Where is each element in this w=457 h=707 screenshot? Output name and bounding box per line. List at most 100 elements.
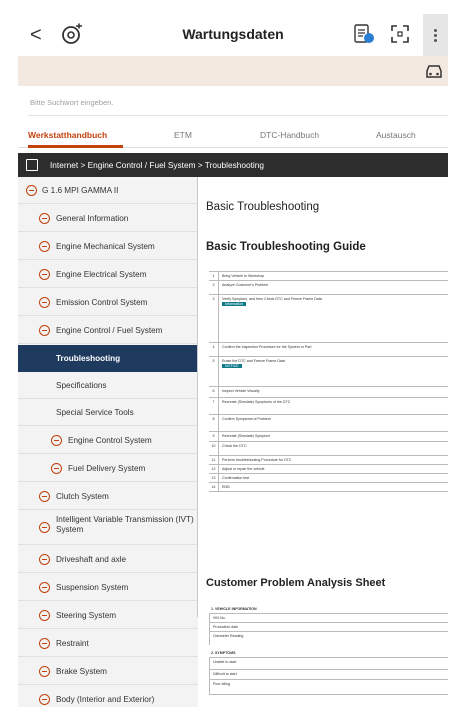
sidebar-item-emission-control-system[interactable]: Emission Control System <box>18 289 198 316</box>
sidebar-item-engine-electrical-system[interactable]: Engine Electrical System <box>18 261 198 288</box>
sidebar-item-label: Brake System <box>56 667 107 676</box>
content-pane: Basic Troubleshooting Basic Troubleshoot… <box>199 177 448 707</box>
sidebar-item-label: Engine Mechanical System <box>56 242 155 251</box>
collapse-icon <box>39 554 50 565</box>
table-row: 3 Verify Symptom, and then Check DTC and … <box>209 295 448 343</box>
collapse-icon <box>39 325 50 336</box>
vehicle-banner <box>18 56 448 86</box>
more-menu-button[interactable] <box>423 14 448 56</box>
collapse-icon <box>39 297 50 308</box>
collapse-icon <box>51 463 62 474</box>
sidebar-item-body[interactable]: Body (Interior and Exterior) <box>18 686 198 707</box>
page-title: Wartungsdaten <box>182 26 284 42</box>
tab-etm[interactable]: ETM <box>174 130 192 140</box>
table-row: 14 END <box>209 483 448 492</box>
table-row: 2 Analyze Customer's Problem <box>209 281 448 295</box>
sidebar: G 1.6 MPI GAMMA II General Information E… <box>18 177 198 707</box>
collapse-icon <box>39 610 50 621</box>
sidebar-item-suspension-system[interactable]: Suspension System <box>18 574 198 601</box>
collapse-icon <box>39 213 50 224</box>
breadcrumb: Internet > Engine Control / Fuel System … <box>18 153 448 177</box>
troubleshooting-steps-table: 1 Bring Vehicle to Workshop 2 Analyze Cust… <box>209 271 448 492</box>
collapse-icon <box>39 491 50 502</box>
sidebar-item-brake-system[interactable]: Brake System <box>18 658 198 685</box>
collapse-icon <box>39 582 50 593</box>
guide-title: Basic Troubleshooting Guide <box>206 241 366 253</box>
sidebar-item-label: General Information <box>56 214 129 223</box>
sidebar-item-label: G 1.6 MPI GAMMA II <box>42 186 119 195</box>
active-tab-indicator <box>28 145 123 148</box>
sidebar-item-engine-mechanical-system[interactable]: Engine Mechanical System <box>18 233 198 260</box>
tab-werkstatthandbuch[interactable]: Werkstatthandbuch <box>28 130 107 140</box>
table-row: 6 Inspect Vehicle Visually <box>209 387 448 398</box>
sidebar-item-label: Fuel Delivery System <box>68 464 146 473</box>
form-section-title: 1. VEHICLE INFORMATION <box>211 607 257 611</box>
collapse-icon <box>26 185 37 196</box>
sidebar-item-general-information[interactable]: General Information <box>18 205 198 232</box>
sidebar-item-label: Restraint <box>56 639 89 648</box>
fullscreen-icon[interactable] <box>391 25 409 43</box>
sidebar-item-driveshaft-and-axle[interactable]: Driveshaft and axle <box>18 546 198 573</box>
sidebar-item-label: Clutch System <box>56 492 109 501</box>
sidebar-item-g16-mpi-gamma-ii[interactable]: G 1.6 MPI GAMMA II <box>18 177 198 204</box>
collapse-icon <box>39 269 50 280</box>
collapse-icon <box>39 638 50 649</box>
sidebar-item-special-service-tools[interactable]: Special Service Tools <box>18 399 198 426</box>
sidebar-item-label: Engine Control System <box>68 436 152 445</box>
document-icon[interactable] <box>353 23 375 45</box>
sidebar-item-label: Suspension System <box>56 583 129 592</box>
sidebar-item-steering-system[interactable]: Steering System <box>18 602 198 629</box>
tab-dtc-handbuch[interactable]: DTC-Handbuch <box>260 130 319 140</box>
sidebar-item-engine-control-fuel-system[interactable]: Engine Control / Fuel System <box>18 317 198 344</box>
form-row: Odometer Reading <box>209 631 448 645</box>
collapse-sidebar-icon[interactable] <box>26 159 38 171</box>
table-row: 7 Recreate (Simulate) Symptoms of the DTC <box>209 398 448 415</box>
table-row: 10 Check the DTC <box>209 442 448 456</box>
form-row: Unable to start <box>209 657 448 669</box>
sidebar-item-label: Emission Control System <box>56 298 148 307</box>
form-row: Difficult to start <box>209 669 448 679</box>
sidebar-item-label: Driveshaft and axle <box>56 555 127 564</box>
form-section-title: 2. SYMPTOMS <box>211 651 236 655</box>
table-row: 11 Perform troubleshooting Procedure for … <box>209 456 448 465</box>
sidebar-item-engine-control-system[interactable]: Engine Control System <box>18 427 198 454</box>
sidebar-item-clutch-system[interactable]: Clutch System <box>18 483 198 510</box>
sidebar-item-label: Troubleshooting <box>56 354 121 363</box>
search-input[interactable]: Bitte Suchwort eingeben. <box>28 90 448 116</box>
tab-austausch[interactable]: Austausch <box>376 130 416 140</box>
sidebar-item-label: Steering System <box>56 611 117 620</box>
form-row: Poor idling <box>209 679 448 695</box>
notice-label: NOTICE <box>222 364 242 368</box>
sidebar-item-fuel-delivery-system[interactable]: Fuel Delivery System <box>18 455 198 482</box>
sidebar-item-ivt-system[interactable]: Intelligent Variable Transmission (IVT) … <box>18 511 198 545</box>
sidebar-item-restraint[interactable]: Restraint <box>18 630 198 657</box>
collapse-icon <box>39 241 50 252</box>
content-heading: Basic Troubleshooting <box>206 201 320 213</box>
information-label: Information <box>222 302 246 306</box>
collapse-icon <box>39 666 50 677</box>
table-row: 8 Confirm Symptoms of Problem <box>209 415 448 432</box>
tab-bar: Werkstatthandbuch ETM DTC-Handbuch Austa… <box>18 124 448 148</box>
sidebar-item-label: Specifications <box>56 381 107 390</box>
top-bar: < Wartungsdaten <box>18 14 448 56</box>
sidebar-item-label: Body (Interior and Exterior) <box>56 695 155 704</box>
form-row: VIN No. <box>209 613 448 622</box>
analysis-sheet-title: Customer Problem Analysis Sheet <box>206 577 386 589</box>
sidebar-item-troubleshooting[interactable]: Troubleshooting <box>18 345 198 372</box>
car-icon[interactable] <box>424 62 444 80</box>
sidebar-item-label: Special Service Tools <box>56 408 134 417</box>
breadcrumb-text[interactable]: Internet > Engine Control / Fuel System … <box>50 153 264 177</box>
sidebar-item-label: Intelligent Variable Transmission (IVT) … <box>56 515 194 534</box>
table-row: 4 Confirm the Inspection Procedure for th… <box>209 343 448 357</box>
table-row: 12 Adjust or repair the vehicle <box>209 465 448 474</box>
collapse-icon <box>51 435 62 446</box>
sidebar-item-label: Engine Electrical System <box>56 270 147 279</box>
table-row: 5 Erase the DTC and Freeze Frame Data NOTI… <box>209 357 448 387</box>
table-row: 9 Recreate (Simulate) Symptom <box>209 432 448 442</box>
collapse-icon <box>39 522 50 533</box>
table-row: 1 Bring Vehicle to Workshop <box>209 272 448 281</box>
collapse-icon <box>39 694 50 705</box>
sidebar-scrollbar[interactable] <box>197 177 198 617</box>
sidebar-item-specifications[interactable]: Specifications <box>18 372 198 399</box>
sidebar-item-label: Engine Control / Fuel System <box>56 326 163 335</box>
